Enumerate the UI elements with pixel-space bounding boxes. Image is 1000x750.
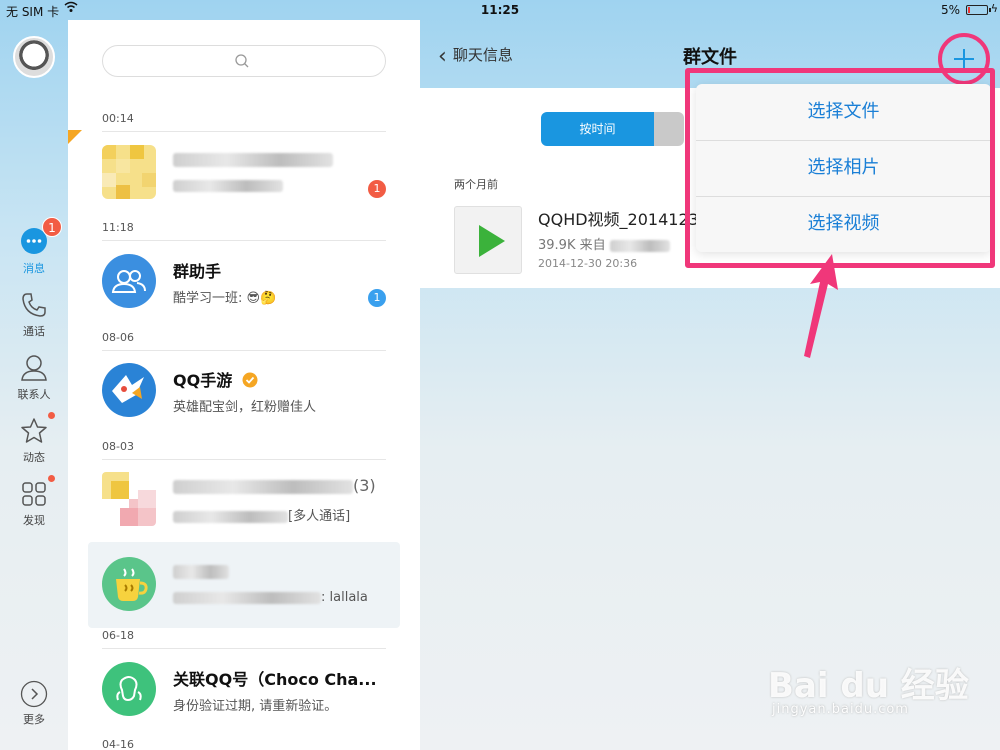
conversation-name [173,561,229,580]
pinned-corner-marker [68,130,82,144]
unread-badge: 1 [368,180,386,198]
conversation-name: (3) [173,476,376,495]
avatar [102,145,156,199]
date-separator: 11:18 [102,221,386,241]
sidebar-item-label: 发现 [23,514,45,527]
conversation-list: 00:14 1 11:18 群助手 酷学习一班: 😎🤔 1 08-06 QQ手游 [68,20,420,750]
conversation-name: 关联QQ号（Choco Cha... [173,670,377,689]
conversation-name: QQ手游 [173,367,258,392]
sidebar-item-moments[interactable]: 动态 [0,412,68,465]
list-item[interactable]: 关联QQ号（Choco Cha... 身份验证过期, 请重新验证。 [88,647,400,733]
annotation-arrow-icon [790,252,850,362]
watermark-url: jingyan.baidu.com [772,702,909,717]
group-assistant-icon [102,254,156,308]
sort-segmented-control: 按时间 [541,112,684,146]
annotation-highlight-box [685,68,995,268]
linked-account-icon [102,662,156,716]
page-title: 群文件 [683,47,737,68]
date-separator: 00:14 [102,112,386,132]
battery-icon [966,5,991,15]
sidebar-item-calls[interactable]: 通话 [0,290,68,339]
list-item[interactable]: QQ手游 英雄配宝剑，红粉赠佳人 [88,348,400,434]
avatar [102,472,156,526]
notification-dot [48,475,55,482]
baidu-watermark: Bai du 经验 jingyan.baidu.com [768,650,988,730]
coffee-cup-avatar [102,557,156,611]
watermark-brand: Bai du 经验 [768,666,969,706]
list-item[interactable]: 群助手 酷学习一班: 😎🤔 1 [88,239,400,325]
segment-other[interactable] [654,112,684,146]
list-item-selected[interactable]: : lallala [88,542,400,628]
list-item[interactable]: (3) [多人通话] [88,457,400,543]
chevron-right-circle-icon [20,680,48,708]
time-group-label: 两个月前 [454,178,498,191]
more-label: 更多 [23,713,45,726]
grid-icon [19,479,49,509]
date-separator: 04-16 [102,738,134,750]
battery-percent: 5% [940,3,960,17]
conversation-preview: 英雄配宝剑，红粉赠佳人 [173,400,317,415]
status-bar: 无 SIM 卡 11:25 5% ϟ [0,0,1000,20]
charging-icon: ϟ [990,2,998,15]
search-input[interactable] [123,50,363,72]
sidebar-item-label: 消息 [23,262,45,275]
video-thumbnail[interactable] [454,206,522,274]
my-avatar[interactable] [13,36,55,78]
file-date: 2014-12-30 20:36 [538,257,638,270]
conversation-preview [173,178,283,193]
sidebar-item-label: 联系人 [17,388,51,401]
sidebar-item-label: 通话 [23,325,45,338]
file-name[interactable]: QQHD视频_2014123 [538,206,699,230]
conversation-preview: 酷学习一班: 😎🤔 [173,291,277,306]
clock: 11:25 [480,3,520,17]
qq-games-icon [102,363,156,417]
sidebar-item-contacts[interactable]: 联系人 [0,353,68,402]
more-button[interactable]: 更多 [0,680,68,727]
unread-badge: 1 [368,289,386,307]
verified-icon [242,372,258,392]
conversation-preview: : lallala [173,590,368,605]
messages-badge: 1 [42,217,62,237]
sidebar-item-messages[interactable]: 1 消息 [0,217,68,276]
phone-icon [19,290,49,320]
star-icon [19,416,49,446]
sidebar-item-discover[interactable]: 发现 [0,475,68,528]
sidebar: 1 消息 通话 联系人 动态 发现 更多 [0,20,68,750]
contact-icon [19,353,49,383]
segment-by-time[interactable]: 按时间 [541,112,654,146]
conversation-preview: 身份验证过期, 请重新验证。 [173,699,338,714]
conversation-preview: [多人通话] [173,505,350,524]
conversation-name: 群助手 [173,262,222,281]
conversation-name [173,149,333,168]
date-separator: 06-18 [102,629,386,649]
file-size: 39.9K 来自 [538,234,670,253]
list-item[interactable]: 1 [88,130,400,216]
search-bar[interactable] [102,45,386,77]
sidebar-item-label: 动态 [23,451,45,464]
notification-dot [48,412,55,419]
